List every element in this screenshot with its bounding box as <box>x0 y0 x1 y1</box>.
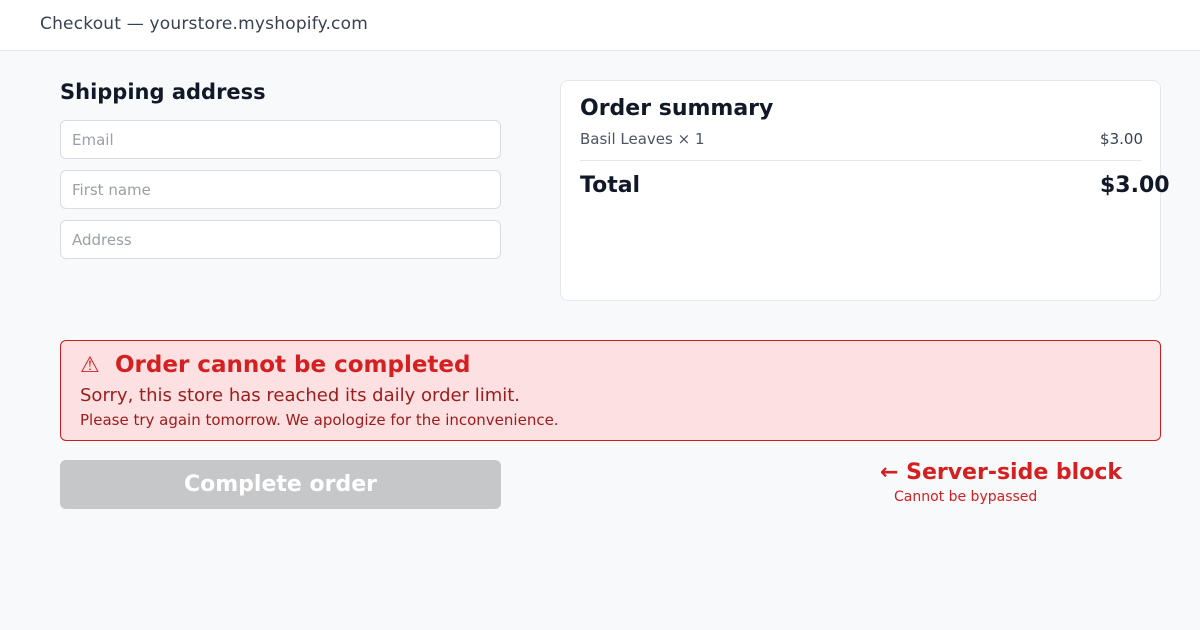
order-summary-card: Order summary Basil Leaves × 1 $3.00 Tot… <box>560 80 1170 301</box>
warning-icon: ⚠ <box>80 353 100 378</box>
alert-detail: Please try again tomorrow. We apologize … <box>80 411 559 429</box>
total-value: $3.00 <box>1100 173 1170 198</box>
order-summary-heading: Order summary <box>580 96 774 121</box>
line-item-price: $3.00 <box>1100 130 1143 148</box>
email-field[interactable] <box>60 120 501 159</box>
complete-order-button[interactable]: Complete order <box>60 460 501 509</box>
summary-divider <box>580 160 1142 161</box>
address-field[interactable] <box>60 220 501 259</box>
total-label: Total <box>580 173 641 198</box>
server-block-annotation-subtitle: Cannot be bypassed <box>894 489 1038 505</box>
server-block-annotation: ← Server-side block <box>880 460 1122 485</box>
window-title: Checkout — yourstore.myshopify.com <box>40 14 368 34</box>
order-error-alert: ⚠ Order cannot be completed Sorry, this … <box>60 340 1161 441</box>
shipping-address-heading: Shipping address <box>60 80 266 104</box>
top-bar: Checkout — yourstore.myshopify.com <box>0 0 1200 51</box>
first-name-field[interactable] <box>60 170 501 209</box>
alert-title: Order cannot be completed <box>115 352 471 378</box>
line-item-name: Basil Leaves × 1 <box>580 130 705 148</box>
alert-message: Sorry, this store has reached its daily … <box>80 385 521 406</box>
